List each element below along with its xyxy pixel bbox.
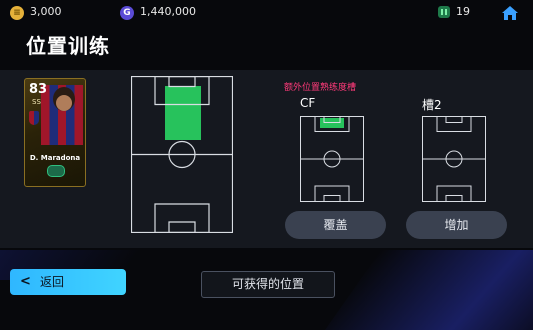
gp-value: 1,440,000	[140, 5, 196, 18]
back-button-label: 返回	[40, 275, 65, 289]
player-rarity: SS	[32, 98, 41, 106]
position-area-amf	[165, 128, 201, 140]
coins-value: 3,000	[30, 5, 62, 18]
add-button[interactable]: 增加	[406, 211, 507, 239]
chevron-left-icon: <	[20, 274, 31, 289]
slot-1-pitch[interactable]	[300, 116, 364, 202]
extra-positions-title: 额外位置熟练度槽	[284, 83, 357, 93]
slot-2-pitch[interactable]	[422, 116, 486, 202]
player-rating: 83	[29, 82, 48, 97]
available-positions-button[interactable]: 可获得的位置	[201, 271, 335, 298]
stamina-value: 19	[456, 5, 470, 18]
card-badge-icon	[47, 165, 65, 177]
page-title: 位置训练	[26, 34, 110, 58]
player-name: D. Maradona	[29, 154, 81, 162]
back-button[interactable]: < 返回	[10, 269, 126, 295]
main-position-pitch	[131, 76, 233, 233]
override-button[interactable]: 覆盖	[285, 211, 386, 239]
player-card[interactable]: 83 SS D. Maradona	[24, 78, 86, 187]
gp-icon: G	[120, 6, 134, 20]
club-crest-icon	[29, 111, 39, 125]
player-face	[56, 95, 72, 111]
slot-2-label: 槽2	[422, 98, 442, 112]
currency-bar: ≡ 3,000 G 1,440,000 19	[0, 0, 533, 26]
stamina-icon	[438, 6, 450, 18]
position-area-ss	[165, 107, 201, 129]
slot-1-position-label: CF	[300, 96, 316, 110]
home-icon[interactable]	[500, 3, 520, 23]
background-stripe	[324, 250, 533, 330]
coin-icon: ≡	[10, 6, 24, 20]
